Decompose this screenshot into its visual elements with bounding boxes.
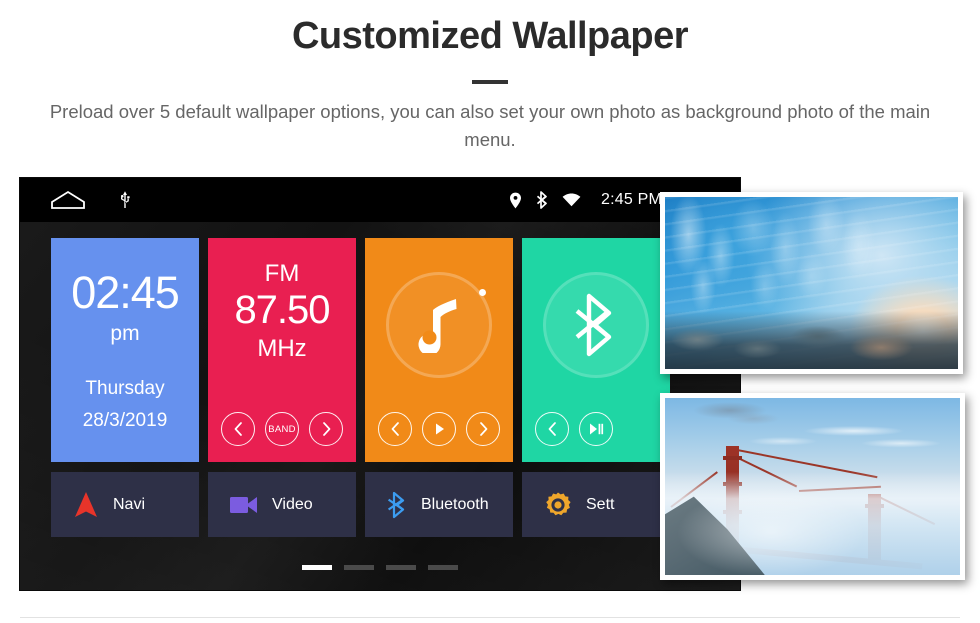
gear-icon bbox=[546, 492, 571, 515]
app-shortcut-navi-label: Navi bbox=[113, 495, 146, 513]
bluetooth-ring bbox=[543, 272, 649, 378]
bluetooth-icon bbox=[575, 293, 612, 357]
radio-band-button[interactable]: BAND bbox=[265, 412, 299, 446]
music-album-ring bbox=[386, 272, 492, 378]
page-indicator-dot-1[interactable] bbox=[302, 565, 332, 570]
status-bar-clock: 2:45 PM bbox=[601, 191, 662, 208]
page-subtitle: Preload over 5 default wallpaper options… bbox=[49, 100, 931, 151]
app-shortcut-row: Navi Video Bluetooth Sett bbox=[51, 472, 711, 537]
location-pin-icon bbox=[509, 192, 522, 209]
radio-tile[interactable]: FM 87.50 MHz BAND bbox=[208, 238, 356, 462]
app-shortcut-bluetooth[interactable]: Bluetooth bbox=[365, 472, 513, 537]
ice-cave-wallpaper[interactable] bbox=[660, 192, 963, 374]
app-shortcut-navi[interactable]: Navi bbox=[51, 472, 199, 537]
app-shortcut-settings-label: Sett bbox=[586, 495, 615, 513]
app-shortcut-bluetooth-label: Bluetooth bbox=[421, 495, 489, 513]
radio-band-label: FM bbox=[264, 260, 300, 287]
music-next-button[interactable] bbox=[466, 412, 500, 446]
page-indicator-dot-2[interactable] bbox=[344, 565, 374, 570]
navigation-arrow-icon bbox=[75, 491, 97, 517]
page-header: Customized Wallpaper Preload over 5 defa… bbox=[0, 0, 980, 155]
app-shortcut-settings[interactable]: Sett bbox=[522, 472, 670, 537]
golden-gate-bridge-wallpaper[interactable] bbox=[660, 393, 965, 580]
clock-tile[interactable]: 02:45 pm Thursday 28/3/2019 bbox=[51, 238, 199, 462]
music-tile[interactable] bbox=[365, 238, 513, 462]
status-bar: 2:45 PM bbox=[20, 178, 740, 222]
usb-icon[interactable] bbox=[118, 190, 132, 210]
music-ring-dot-icon bbox=[479, 289, 486, 296]
section-divider bbox=[20, 617, 960, 618]
clock-weekday: Thursday bbox=[85, 378, 165, 399]
app-shortcut-video[interactable]: Video bbox=[208, 472, 356, 537]
bluetooth-prev-button[interactable] bbox=[535, 412, 569, 446]
radio-frequency: 87.50 bbox=[234, 288, 330, 332]
wifi-icon bbox=[562, 193, 581, 207]
radio-next-button[interactable] bbox=[309, 412, 343, 446]
music-controls bbox=[365, 412, 513, 446]
ice-cave-wallpaper-image bbox=[665, 197, 958, 369]
bridge-haze bbox=[665, 398, 960, 575]
radio-controls: BAND bbox=[208, 412, 356, 446]
car-head-unit-screen: 2:45 PM 02:45 pm Thursday 28/3/2019 FM 8… bbox=[20, 178, 740, 590]
bluetooth-tile[interactable] bbox=[522, 238, 670, 462]
bluetooth-icon bbox=[536, 191, 548, 209]
clock-date: 28/3/2019 bbox=[82, 410, 168, 431]
home-icon[interactable] bbox=[50, 190, 86, 210]
bluetooth-controls bbox=[522, 412, 670, 446]
clock-ampm: pm bbox=[110, 322, 140, 345]
page-indicator-dot-4[interactable] bbox=[428, 565, 458, 570]
clock-time: 02:45 bbox=[71, 267, 180, 318]
ice-cave-floor bbox=[665, 310, 958, 369]
golden-gate-bridge-wallpaper-image bbox=[665, 398, 960, 575]
app-shortcut-video-label: Video bbox=[272, 495, 313, 513]
bluetooth-play-pause-button[interactable] bbox=[579, 412, 613, 446]
music-note-icon bbox=[418, 299, 457, 353]
page-indicator-dot-3[interactable] bbox=[386, 565, 416, 570]
title-divider bbox=[472, 79, 508, 84]
bluetooth-icon bbox=[387, 491, 405, 518]
video-camera-icon bbox=[230, 496, 257, 513]
music-prev-button[interactable] bbox=[378, 412, 412, 446]
widget-tile-row: 02:45 pm Thursday 28/3/2019 FM 87.50 MHz… bbox=[51, 238, 711, 462]
page-indicator bbox=[20, 565, 740, 570]
status-bar-left bbox=[20, 190, 132, 210]
radio-frequency-unit: MHz bbox=[257, 335, 307, 362]
page-title: Customized Wallpaper bbox=[291, 15, 689, 57]
radio-prev-button[interactable] bbox=[221, 412, 255, 446]
radio-band-button-label: BAND bbox=[268, 423, 296, 435]
music-play-button[interactable] bbox=[422, 412, 456, 446]
